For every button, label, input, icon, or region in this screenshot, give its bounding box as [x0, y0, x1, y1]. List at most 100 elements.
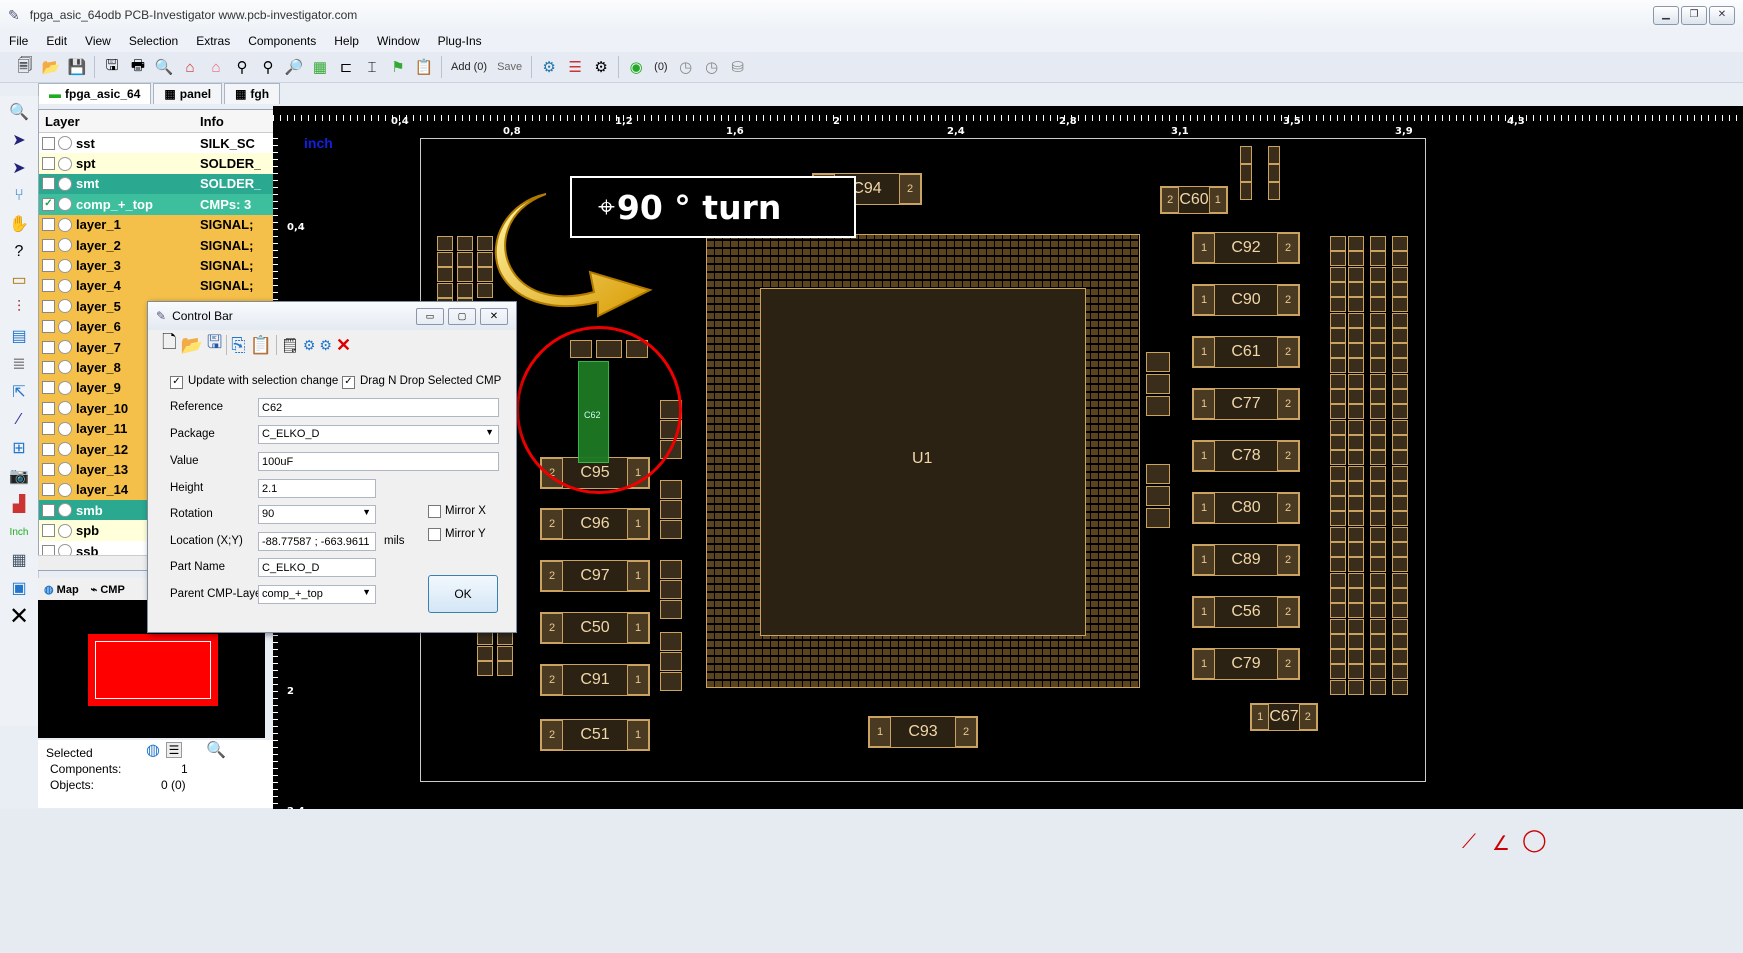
list-icon[interactable]: ☰ [166, 742, 182, 758]
layer-visible-checkbox[interactable] [42, 259, 55, 273]
camera-icon[interactable]: 📷 [6, 464, 32, 488]
layer-row[interactable]: smt SOLDER_ [39, 173, 274, 195]
layer-active-radio[interactable] [58, 482, 72, 497]
home-icon[interactable]: ⌂ [179, 56, 201, 78]
location-input[interactable] [258, 532, 376, 551]
component-c93[interactable]: 1 C93 2 [868, 716, 978, 748]
reference-input[interactable] [258, 398, 499, 417]
menu-help[interactable]: Help [325, 34, 368, 48]
zoom-box-icon[interactable]: 🔍 [6, 100, 32, 124]
layer-row[interactable]: ✓ comp_+_top CMPs: 3 [39, 194, 274, 215]
value-input[interactable] [258, 452, 499, 471]
minimize-button[interactable]: ▁ [1653, 6, 1679, 25]
component-c67[interactable]: 1 C67 2 [1250, 703, 1318, 731]
height-input[interactable] [258, 479, 376, 498]
layer-active-radio[interactable] [58, 360, 72, 375]
menu-file[interactable]: File [0, 34, 37, 48]
component-c56[interactable]: 1 C56 2 [1192, 596, 1300, 628]
layer-visible-checkbox[interactable] [42, 238, 55, 252]
grid-icon[interactable]: ⊞ [6, 436, 32, 460]
info-column-header[interactable]: Info [200, 114, 224, 129]
layer-visible-checkbox[interactable] [42, 360, 55, 374]
layer-visible-checkbox[interactable] [42, 177, 55, 191]
rotation-select[interactable]: 90 ▼ [258, 505, 376, 524]
pan-hand-icon[interactable]: ✋ [6, 212, 32, 236]
tab-fpga-asic-64[interactable]: ▬ fpga_asic_64 [38, 83, 152, 104]
close-button[interactable]: ✕ [1709, 6, 1735, 25]
delete-icon[interactable]: ✕ [336, 335, 351, 356]
layer-active-radio[interactable] [58, 503, 72, 518]
component-c89[interactable]: 1 C89 2 [1192, 544, 1300, 576]
pen-angle-icon[interactable]: ∠ [1492, 831, 1510, 856]
component-c60[interactable]: 2 C60 1 [1160, 186, 1228, 214]
component-c78[interactable]: 1 C78 2 [1192, 440, 1300, 472]
graph-icon[interactable]: ⌶ [361, 56, 383, 78]
layer-row[interactable]: layer_2 SIGNAL; [39, 234, 274, 256]
menu-window[interactable]: Window [368, 34, 429, 48]
layer-active-radio[interactable] [58, 176, 72, 191]
layer-row[interactable]: layer_3 SIGNAL; [39, 255, 274, 276]
menu-plugins[interactable]: Plug-Ins [429, 34, 491, 48]
tab-panel[interactable]: ▦ panel [153, 83, 223, 104]
clock-icon[interactable]: ◷ [675, 56, 697, 78]
layer-active-radio[interactable] [58, 238, 72, 253]
component-move-icon[interactable]: ⚙ [319, 337, 332, 354]
stack-icon[interactable]: ≣ [6, 352, 32, 376]
menu-edit[interactable]: Edit [37, 34, 76, 48]
query-icon[interactable]: ? [6, 240, 32, 264]
layer-active-radio[interactable] [58, 380, 72, 395]
layer-visible-checkbox[interactable] [42, 401, 55, 415]
open-multiple-icon[interactable]: 🗐 [14, 56, 36, 78]
tab-fgh[interactable]: ▦ fgh [224, 83, 281, 104]
layer-visible-checkbox[interactable] [42, 218, 55, 232]
zoom-icon[interactable]: 🔎 [283, 56, 305, 78]
route-icon[interactable]: ⑂ [6, 184, 32, 208]
layer-icon[interactable]: ▦ [309, 56, 331, 78]
save-icon[interactable]: 🖫 [207, 330, 222, 360]
paste-icon[interactable]: 📋 [250, 335, 272, 356]
close-x-icon[interactable]: ✕ [6, 603, 32, 630]
package-select[interactable]: C_ELKO_D ▼ [258, 425, 499, 444]
check-globe-icon[interactable]: ◉ [625, 56, 647, 78]
trace-icon[interactable]: ⫶ [6, 296, 32, 320]
component-c79[interactable]: 1 C79 2 [1192, 648, 1300, 680]
db-icon[interactable]: ⛁ [727, 56, 749, 78]
add-button[interactable]: Add (0) [451, 61, 487, 73]
print-preview-icon[interactable]: 🔍 [153, 56, 175, 78]
tab-cmp[interactable]: ⌁ CMP [85, 583, 131, 596]
wand-icon[interactable]: ⁄ [6, 408, 32, 432]
layer-row[interactable]: sst SILK_SC [39, 133, 274, 154]
stack-icon[interactable]: ☰ [564, 56, 586, 78]
table-icon[interactable]: ▤ [6, 324, 32, 348]
import-icon[interactable]: 💾 [66, 56, 88, 78]
component-c80[interactable]: 1 C80 2 [1192, 492, 1300, 524]
component-c61[interactable]: 1 C61 2 [1192, 336, 1300, 368]
layer-active-radio[interactable] [58, 197, 72, 212]
measure-icon[interactable]: ⊏ [335, 56, 357, 78]
layer-visible-checkbox[interactable] [42, 503, 55, 517]
layer-active-radio[interactable] [58, 340, 72, 355]
open-icon[interactable]: 📂 [180, 335, 202, 356]
layer-visible-checkbox[interactable] [42, 299, 55, 313]
board-select-icon[interactable]: ▣ [6, 576, 32, 600]
component-c91[interactable]: 2 C91 1 [540, 664, 650, 696]
layer-visible-checkbox[interactable] [42, 483, 55, 497]
component-c50[interactable]: 2 C50 1 [540, 612, 650, 644]
settings-icon[interactable]: ⚙ [590, 56, 612, 78]
menu-view[interactable]: View [76, 34, 120, 48]
layer-visible-checkbox[interactable] [42, 279, 55, 293]
net-icon[interactable]: ⚲ [231, 56, 253, 78]
layer-visible-checkbox[interactable] [42, 442, 55, 456]
layer-visible-checkbox[interactable] [42, 381, 55, 395]
dialog-minimize-button[interactable]: ▭ [416, 308, 444, 325]
dragdrop-checkbox[interactable]: ✓ [342, 376, 355, 389]
layer-visible-checkbox[interactable] [42, 136, 55, 150]
select-arrow-icon[interactable]: ➤ [6, 128, 32, 152]
parent-layer-select[interactable]: comp_+_top ▼ [258, 585, 376, 604]
flag-icon[interactable]: ⚑ [387, 56, 409, 78]
layer-visible-checkbox[interactable] [42, 320, 55, 334]
ok-button[interactable]: OK [428, 575, 498, 613]
component-add-icon[interactable]: ⚙ [303, 337, 316, 354]
copy-icon[interactable]: ⎘ [231, 335, 245, 356]
menu-extras[interactable]: Extras [187, 34, 239, 48]
